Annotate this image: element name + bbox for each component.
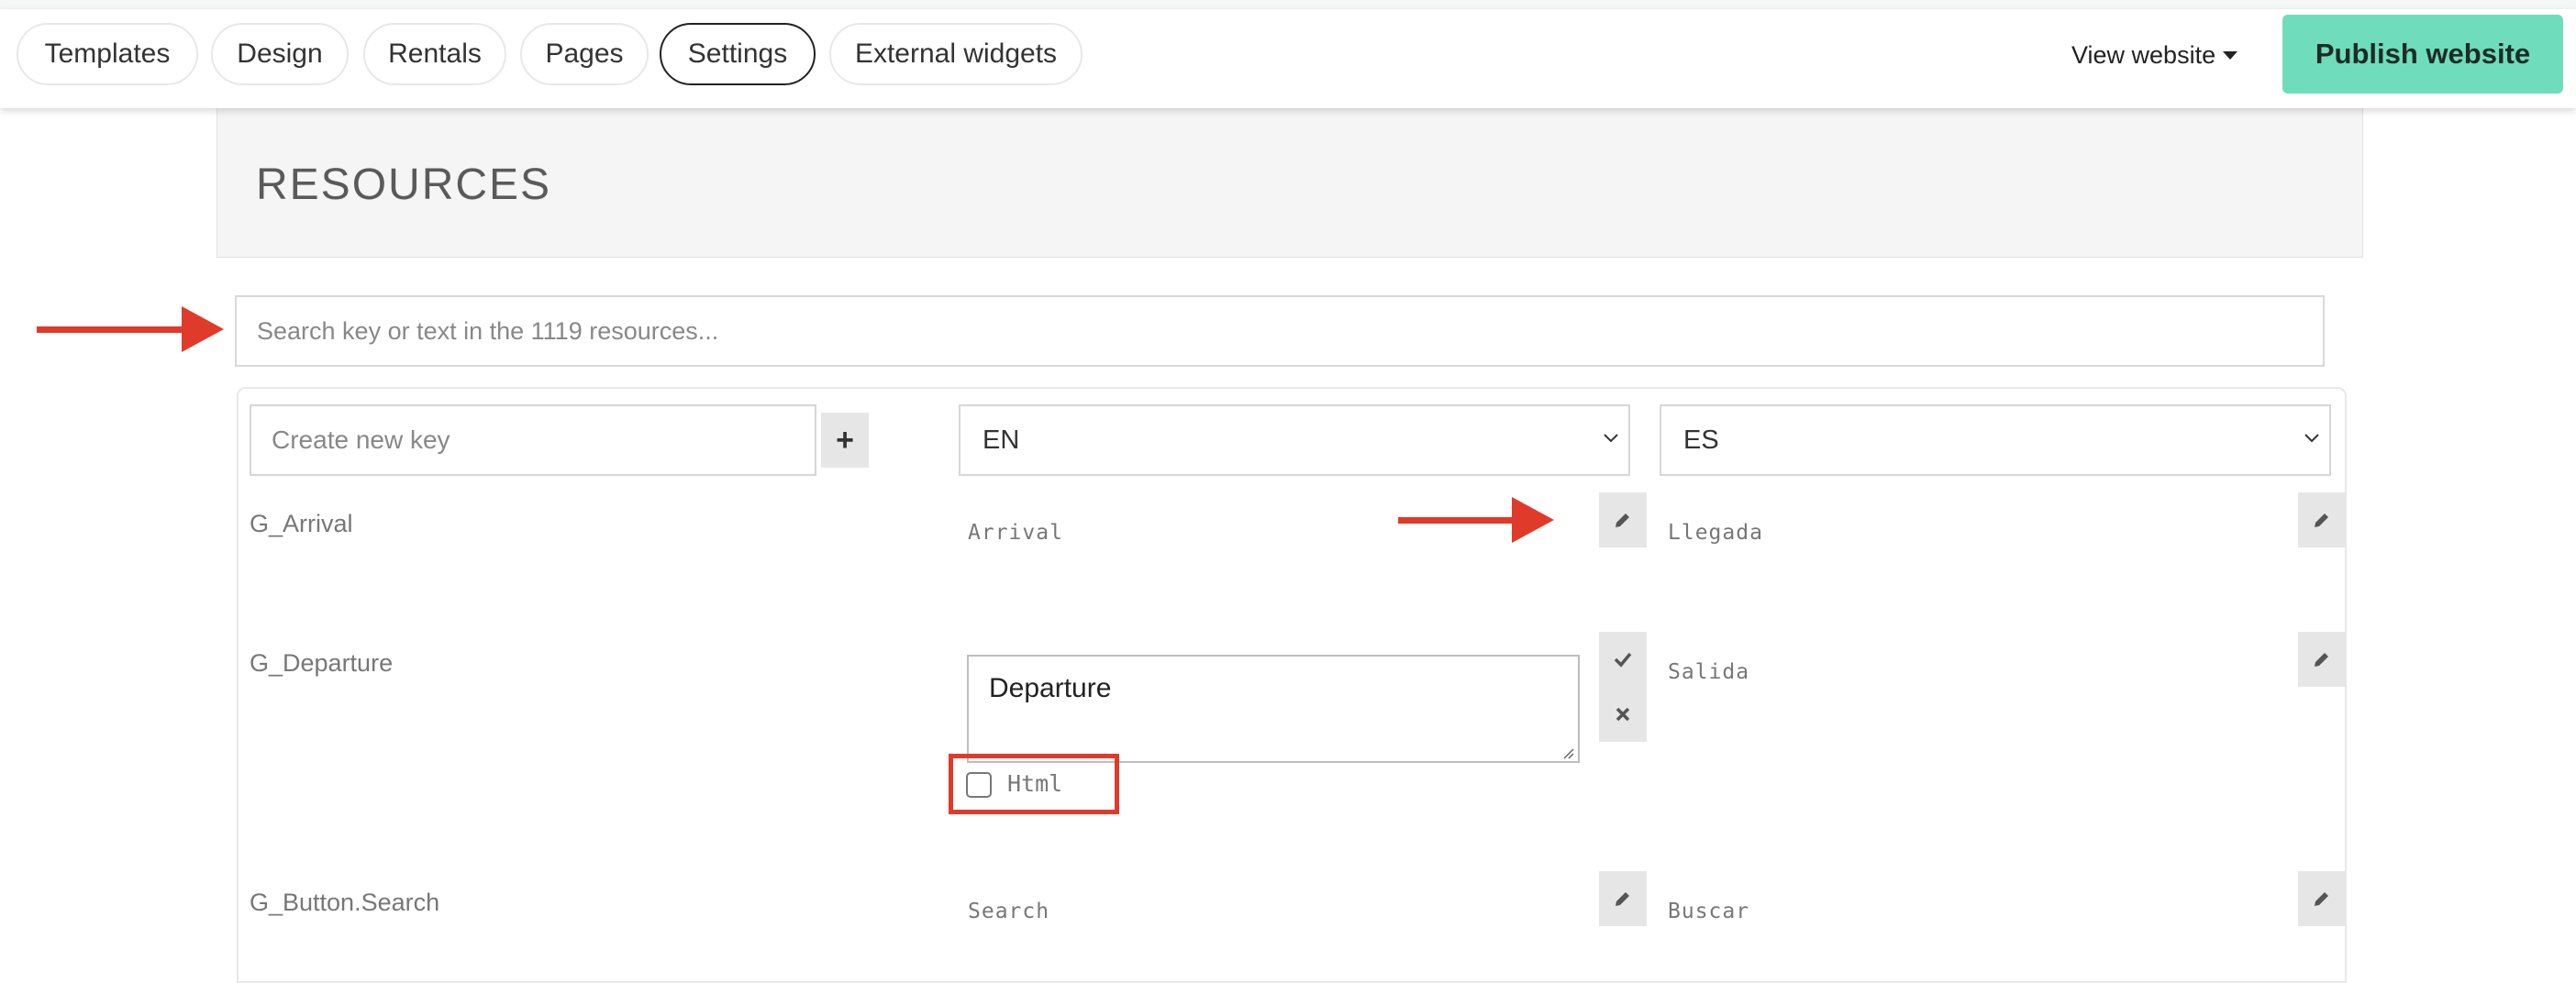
pencil-icon	[2315, 514, 2328, 527]
edit-en-button[interactable]	[1599, 871, 1647, 926]
close-icon	[1616, 707, 1630, 722]
pencil-icon	[1616, 514, 1629, 527]
tab-pages[interactable]: Pages	[520, 23, 649, 85]
top-strip	[0, 0, 2576, 9]
html-checkbox[interactable]	[966, 772, 992, 798]
caret-down-icon	[2223, 50, 2238, 60]
annotation-arrow-edit	[1398, 497, 1554, 543]
chevron-down-icon	[2304, 434, 2319, 443]
resource-key: G_Departure	[250, 649, 394, 677]
resource-value-en: Search	[968, 900, 1050, 923]
edit-es-button[interactable]	[2298, 871, 2346, 926]
tab-rentals[interactable]: Rentals	[363, 23, 506, 85]
resources-header: RESOURCES	[217, 108, 2363, 258]
resource-value-es: Buscar	[1668, 900, 1750, 923]
resource-value-es: Salida	[1668, 660, 1750, 684]
view-website-label: View website	[2071, 40, 2216, 69]
pencil-icon	[1616, 892, 1629, 906]
tab-design[interactable]: Design	[211, 23, 349, 85]
check-icon	[1614, 652, 1632, 668]
add-key-button[interactable]: +	[821, 413, 869, 468]
confirm-edit-button[interactable]	[1599, 632, 1647, 687]
resource-key: G_Button.Search	[250, 889, 440, 916]
resource-value-en: Arrival	[968, 521, 1063, 545]
edit-en-button[interactable]	[1599, 492, 1647, 547]
language-select-right[interactable]: ES	[1660, 404, 2331, 476]
html-checkbox-label: Html	[1007, 770, 1063, 797]
cancel-edit-button[interactable]	[1599, 687, 1647, 742]
search-resources-input[interactable]	[235, 295, 2325, 367]
tab-settings[interactable]: Settings	[660, 23, 816, 85]
view-website-dropdown[interactable]: View website	[2071, 37, 2238, 73]
language-select-right-value: ES	[1683, 425, 1719, 455]
edit-es-button[interactable]	[2298, 632, 2346, 687]
page-title: RESOURCES	[256, 160, 552, 209]
top-navigation-bar: Templates Design Rentals Pages Settings …	[0, 9, 2576, 108]
language-select-left-value: EN	[983, 425, 1020, 455]
create-new-key-input[interactable]	[250, 404, 816, 476]
resource-value-es: Llegada	[1668, 521, 1763, 545]
chevron-down-icon	[1604, 434, 1618, 443]
annotation-arrow-search	[37, 306, 224, 352]
plus-icon: +	[836, 422, 854, 458]
language-select-left[interactable]: EN	[959, 404, 1630, 476]
tab-external-widgets[interactable]: External widgets	[829, 23, 1083, 85]
tab-templates[interactable]: Templates	[17, 23, 198, 85]
resize-grip-icon[interactable]	[1560, 745, 1574, 759]
resource-key: G_Arrival	[250, 510, 353, 537]
edit-es-button[interactable]	[2298, 492, 2346, 547]
publish-website-button[interactable]: Publish website	[2282, 15, 2563, 94]
pencil-icon	[2315, 892, 2328, 906]
pencil-icon	[2315, 653, 2328, 667]
resource-value-editor[interactable]: Departure	[967, 655, 1580, 763]
